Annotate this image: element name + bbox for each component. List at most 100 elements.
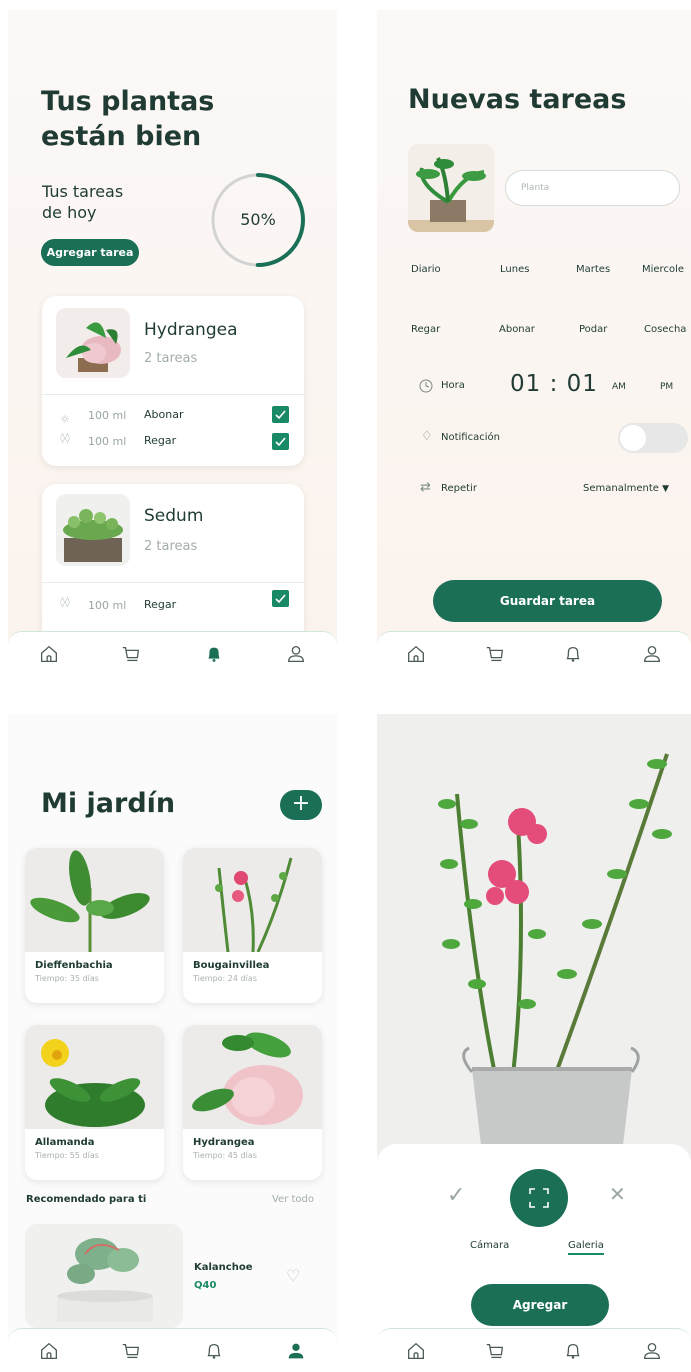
add-task-button[interactable]: Agregar tarea bbox=[41, 239, 139, 266]
garden-card[interactable]: Hydrangea Tiempo: 45 días bbox=[183, 1025, 322, 1180]
action-chip[interactable]: Cosecha bbox=[644, 324, 686, 335]
task-amount: 100 ml bbox=[88, 599, 127, 612]
task-label: Abonar bbox=[144, 408, 184, 421]
plant-card-hydrangea[interactable]: Hydrangea 2 tareas ☼ 100 ml Abonar ◊◊ 10… bbox=[42, 296, 304, 466]
plant-input[interactable]: Planta bbox=[505, 170, 680, 206]
garden-card[interactable]: Allamanda Tiempo: 55 días bbox=[25, 1025, 164, 1180]
add-button[interactable]: Agregar bbox=[471, 1284, 609, 1326]
todays-tasks-label: Tus tareas de hoy bbox=[42, 181, 123, 223]
page-title: Mi jardín bbox=[41, 788, 176, 819]
plant-name: Allamanda bbox=[35, 1137, 95, 1148]
recommended-price: Q40 bbox=[194, 1280, 217, 1291]
task-checkbox[interactable] bbox=[272, 406, 289, 423]
home-icon[interactable] bbox=[32, 1334, 66, 1368]
task-amount: 100 ml bbox=[88, 409, 127, 422]
cart-icon[interactable] bbox=[114, 637, 148, 671]
cart-icon[interactable] bbox=[478, 1334, 512, 1368]
add-plant-button[interactable]: + bbox=[280, 790, 322, 820]
plant-name: Bougainvillea bbox=[193, 960, 270, 971]
cart-icon[interactable] bbox=[114, 1334, 148, 1368]
title-line-2: están bien bbox=[41, 121, 202, 152]
drops-icon: ◊◊ bbox=[60, 597, 70, 608]
plant-name: Hydrangea bbox=[193, 1137, 255, 1148]
garden-card[interactable]: Dieffenbachia Tiempo: 35 días bbox=[25, 848, 164, 1003]
plant-name: Sedum bbox=[144, 506, 204, 526]
action-chip[interactable]: Abonar bbox=[499, 324, 535, 335]
repeat-select[interactable]: Semanalmente ▼ bbox=[583, 483, 669, 494]
plant-time: Tiempo: 55 días bbox=[35, 1151, 99, 1160]
frequency-chip[interactable]: Lunes bbox=[500, 264, 529, 275]
am-toggle[interactable]: AM bbox=[612, 382, 626, 392]
pm-toggle[interactable]: PM bbox=[660, 382, 673, 392]
drops-icon: ◊◊ bbox=[60, 433, 70, 444]
frequency-chip[interactable]: Martes bbox=[576, 264, 610, 275]
bell-icon[interactable] bbox=[556, 637, 590, 671]
bell-icon[interactable] bbox=[556, 1334, 590, 1368]
bell-icon[interactable] bbox=[197, 1334, 231, 1368]
garden-card[interactable]: Bougainvillea Tiempo: 24 días bbox=[183, 848, 322, 1003]
user-icon[interactable] bbox=[635, 1334, 669, 1368]
camera-preview bbox=[377, 714, 691, 1154]
bougainvillea-image bbox=[183, 848, 322, 953]
task-checkbox[interactable] bbox=[272, 433, 289, 450]
recommended-heading: Recomendado para ti bbox=[26, 1194, 147, 1205]
check-icon[interactable]: ✓ bbox=[447, 1183, 465, 1208]
bottom-nav bbox=[8, 1328, 337, 1372]
plant-task-count: 2 tareas bbox=[144, 351, 198, 366]
scan-button[interactable] bbox=[510, 1169, 568, 1227]
scan-icon bbox=[529, 1188, 549, 1208]
tasks-line-2: de hoy bbox=[42, 203, 97, 222]
bell-icon[interactable] bbox=[197, 637, 231, 671]
task-row: ☼ bbox=[60, 408, 70, 427]
plant-image bbox=[408, 144, 494, 232]
clock-icon bbox=[419, 378, 433, 393]
user-icon[interactable] bbox=[279, 637, 313, 671]
sedum-thumbnail bbox=[56, 494, 130, 566]
plant-time: Tiempo: 24 días bbox=[193, 974, 257, 983]
progress-ring: 50% bbox=[208, 170, 308, 270]
repeat-icon: ⇄ bbox=[420, 480, 431, 495]
notification-toggle[interactable] bbox=[618, 423, 688, 453]
action-chip[interactable]: Podar bbox=[579, 324, 607, 335]
time-label: Hora bbox=[441, 380, 465, 391]
home-icon[interactable] bbox=[32, 637, 66, 671]
action-chip[interactable]: Regar bbox=[411, 324, 440, 335]
hydrangea-thumbnail bbox=[56, 308, 130, 378]
heart-icon[interactable]: ♡ bbox=[286, 1266, 300, 1285]
user-icon[interactable] bbox=[279, 1334, 313, 1368]
camera-screen: ✓ ✕ Cámara Galeria Agregar bbox=[377, 714, 691, 1372]
cart-icon[interactable] bbox=[478, 637, 512, 671]
title-line-1: Tus plantas bbox=[41, 86, 215, 117]
home-screen: Tus plantas están bien Tus tareas de hoy… bbox=[8, 10, 337, 675]
task-label: Regar bbox=[144, 598, 177, 611]
plant-card-sedum[interactable]: Sedum 2 tareas ◊◊ 100 ml Regar bbox=[42, 484, 304, 644]
save-task-button[interactable]: Guardar tarea bbox=[433, 580, 662, 622]
progress-label: 50% bbox=[240, 210, 276, 229]
divider bbox=[42, 394, 304, 395]
home-icon[interactable] bbox=[399, 1334, 433, 1368]
time-value[interactable]: 01 : 01 bbox=[510, 371, 598, 397]
task-checkbox[interactable] bbox=[272, 590, 289, 607]
close-icon[interactable]: ✕ bbox=[609, 1182, 626, 1206]
see-all-link[interactable]: Ver todo bbox=[272, 1194, 314, 1205]
user-icon[interactable] bbox=[635, 637, 669, 671]
caret-down-icon: ▼ bbox=[662, 484, 670, 494]
allamanda-image bbox=[25, 1025, 164, 1129]
gallery-tab[interactable]: Galeria bbox=[568, 1240, 604, 1255]
camera-tab[interactable]: Cámara bbox=[470, 1240, 509, 1251]
dieffenbachia-image bbox=[25, 848, 164, 952]
frequency-chip[interactable]: Miercole bbox=[642, 264, 684, 275]
home-icon[interactable] bbox=[399, 637, 433, 671]
plant-name: Hydrangea bbox=[144, 320, 238, 340]
bottom-nav bbox=[8, 631, 337, 675]
plant-time: Tiempo: 35 días bbox=[35, 974, 99, 983]
divider bbox=[42, 582, 304, 583]
repeat-label: Repetir bbox=[441, 483, 477, 494]
hydrangea-image bbox=[183, 1025, 322, 1129]
task-amount: 100 ml bbox=[88, 435, 127, 448]
notification-label: Notificación bbox=[441, 432, 500, 443]
frequency-chip[interactable]: Diario bbox=[411, 264, 441, 275]
bottom-nav bbox=[377, 1328, 691, 1372]
repeat-select-value: Semanalmente bbox=[583, 483, 659, 494]
recommended-name: Kalanchoe bbox=[194, 1262, 253, 1273]
